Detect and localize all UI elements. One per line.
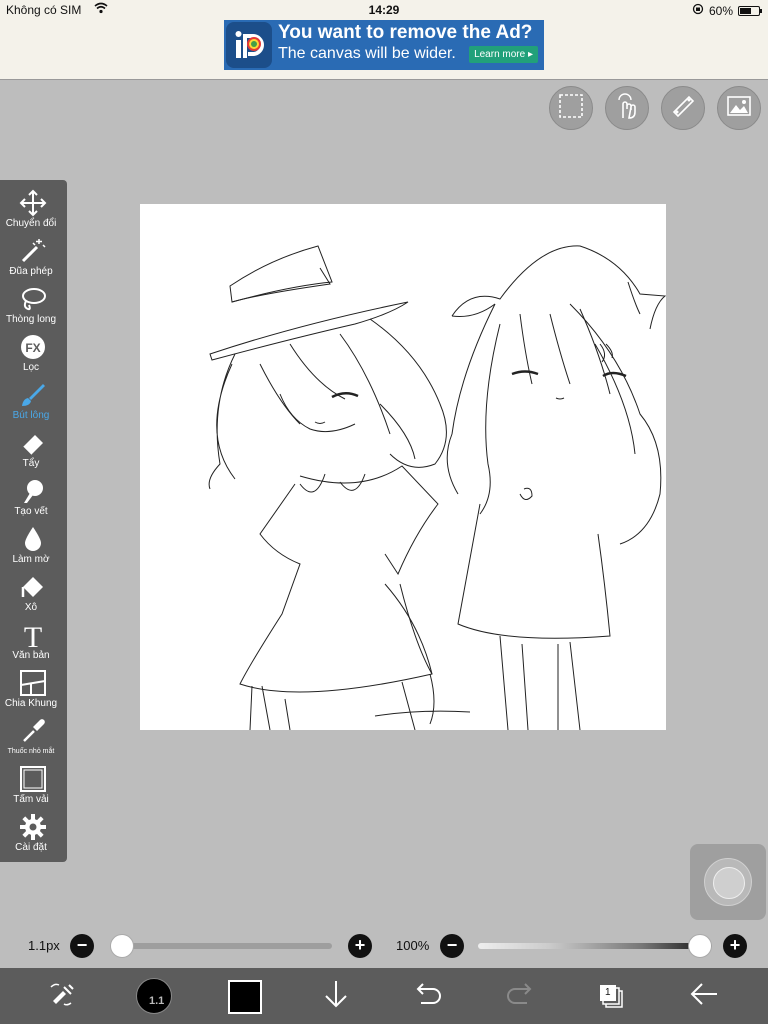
frame-divide-icon	[18, 668, 48, 698]
tool-eyedropper[interactable]: Thuốc nhỏ mắt	[0, 712, 67, 760]
brush-size-increase-button[interactable]: +	[348, 934, 372, 958]
touch-hand-icon	[613, 92, 641, 125]
layers-icon: 1	[595, 981, 625, 1011]
ad-headline: You want to remove the Ad?	[278, 22, 533, 43]
tool-lasso[interactable]: Thòng long	[0, 280, 67, 328]
tool-magic-wand[interactable]: Đũa phép	[0, 232, 67, 280]
opacity-slider-track[interactable]	[478, 943, 712, 949]
fx-filter-icon: FX	[18, 332, 48, 362]
tool-blur-drop[interactable]: Làm mờ	[0, 520, 67, 568]
brush-size-value: 1.1	[149, 995, 165, 1007]
tool-smudge[interactable]: Tạo vết	[0, 472, 67, 520]
ruler-icon	[669, 92, 697, 125]
tool-label: Tấm vải	[13, 794, 49, 805]
redo-icon	[505, 981, 535, 1012]
stick-knob[interactable]	[713, 867, 745, 899]
touch-button[interactable]	[605, 86, 649, 130]
download-button[interactable]	[318, 978, 354, 1014]
image-button[interactable]	[717, 86, 761, 130]
arrow-down-icon	[323, 979, 349, 1014]
ruler-button[interactable]	[661, 86, 705, 130]
color-swatch[interactable]	[228, 980, 262, 1014]
gear-icon	[18, 812, 48, 842]
tool-label: Lọc	[22, 362, 40, 373]
tool-label: Bút lông	[12, 410, 50, 421]
tool-canvas[interactable]: Tấm vải	[0, 760, 67, 808]
tool-palette: Chuyển đổi Đũa phép Thòng long FX Lọc Bút lôn…	[0, 180, 67, 862]
tool-label: Văn bản	[12, 650, 50, 661]
svg-text:T: T	[24, 621, 42, 650]
tool-text[interactable]: T Văn bản	[0, 616, 67, 664]
image-icon	[725, 92, 753, 125]
rotation-lock-icon	[692, 3, 704, 18]
tool-gear[interactable]: Cài đặt	[0, 808, 67, 856]
layers-button[interactable]: 1	[592, 978, 628, 1014]
text-icon: T	[18, 620, 48, 650]
tool-move-arrows[interactable]: Chuyển đổi	[0, 184, 67, 232]
tool-label: Chia Khung	[4, 698, 58, 709]
tool-eraser[interactable]: Tẩy	[0, 424, 67, 472]
brush-size-decrease-button[interactable]: −	[70, 934, 94, 958]
stick-ring	[704, 858, 752, 906]
undo-button[interactable]	[410, 978, 446, 1014]
tool-label: Chuyển đổi	[5, 218, 57, 229]
brush-size-preview[interactable]: 1.1	[136, 978, 172, 1014]
redo-button[interactable]	[502, 978, 538, 1014]
eyedropper-icon	[18, 716, 48, 746]
bucket-icon	[18, 572, 48, 602]
tool-label: Xô	[24, 602, 38, 613]
battery-percent: 60%	[708, 3, 733, 18]
ibispaint-logo-icon	[226, 22, 272, 68]
brush-size-slider-knob[interactable]	[110, 934, 134, 958]
tool-fx-filter[interactable]: FX Lọc	[0, 328, 67, 376]
tool-label: Làm mờ	[12, 554, 50, 565]
ad-banner[interactable]: You want to remove the Ad? The canvas wi…	[224, 20, 544, 70]
selection-button[interactable]	[549, 86, 593, 130]
canvas-icon	[18, 764, 48, 794]
tool-label: Đũa phép	[9, 266, 53, 277]
battery-icon	[738, 5, 762, 16]
selection-icon	[558, 93, 584, 124]
status-bar: Không có SIM 14:29 60%	[0, 0, 768, 20]
back-button[interactable]	[686, 978, 722, 1014]
tool-label: Tạo vết	[14, 506, 48, 517]
svg-text:FX: FX	[25, 341, 40, 355]
opacity-label: 100%	[396, 938, 430, 953]
opacity-increase-button[interactable]: +	[723, 934, 747, 958]
line-art-drawing	[208, 245, 666, 730]
brush-icon	[18, 380, 48, 410]
eraser-icon	[18, 428, 48, 458]
brush-size-label: 1.1px	[28, 938, 60, 953]
layer-count: 1	[605, 987, 611, 998]
drawing-canvas[interactable]	[140, 204, 666, 730]
tool-label: Thuốc nhỏ mắt	[7, 748, 55, 755]
virtual-stick[interactable]	[690, 844, 766, 920]
undo-icon	[413, 981, 443, 1012]
brush-eraser-swap-icon	[47, 979, 77, 1014]
tool-label: Tẩy	[22, 458, 40, 469]
ad-subline: The canvas will be wider.	[278, 45, 456, 62]
brush-size-slider-track[interactable]	[110, 943, 332, 949]
opacity-slider-knob[interactable]	[688, 934, 712, 958]
smudge-icon	[18, 476, 48, 506]
tool-frame-divide[interactable]: Chia Khung	[0, 664, 67, 712]
learn-more-button[interactable]: Learn more ▸	[469, 46, 538, 63]
move-arrows-icon	[18, 188, 48, 218]
arrow-left-icon	[689, 981, 719, 1012]
tool-label: Thòng long	[5, 314, 57, 325]
ad-bar: You want to remove the Ad? The canvas wi…	[0, 20, 768, 80]
clock: 14:29	[368, 3, 400, 17]
bottom-toolbar: 1.1 1	[0, 968, 768, 1024]
magic-wand-icon	[18, 236, 48, 266]
tool-brush[interactable]: Bút lông	[0, 376, 67, 424]
tool-label: Cài đặt	[15, 842, 47, 853]
lasso-icon	[18, 284, 48, 314]
blur-drop-icon	[18, 524, 48, 554]
tool-bucket[interactable]: Xô	[0, 568, 67, 616]
opacity-decrease-button[interactable]: −	[440, 934, 464, 958]
quick-tool-button[interactable]	[44, 978, 80, 1014]
